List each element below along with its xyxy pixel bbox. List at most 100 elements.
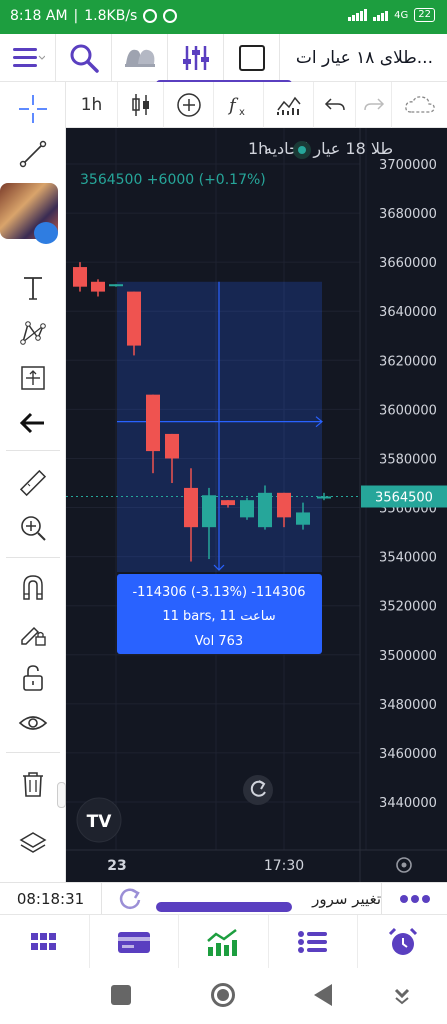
menu-button[interactable] <box>0 33 56 82</box>
square-layout-icon <box>238 44 265 71</box>
chat-bubble-icon <box>34 222 58 244</box>
status-time: 8:18 AM <box>10 8 68 24</box>
signal-icon-2 <box>373 9 389 21</box>
signal-icon <box>348 9 368 21</box>
system-nav-bar <box>0 968 447 1024</box>
layers-icon <box>19 832 47 853</box>
prediction-icon <box>21 366 45 390</box>
magnet-tool[interactable] <box>0 566 66 610</box>
trend-line-icon <box>19 140 47 168</box>
candle-body <box>240 500 254 518</box>
legend-values: 3564500 +6000 (+0.17%) <box>80 172 266 188</box>
legend-interval: 1h <box>248 139 268 158</box>
chart-canvas[interactable]: 3700000 3680000 3660000 3640000 3620000 36000… <box>66 128 447 882</box>
card-icon <box>117 931 150 953</box>
candle-body <box>296 512 310 525</box>
candle-body <box>146 394 160 452</box>
cloud-save-button[interactable] <box>392 82 447 128</box>
time-axis-date: 23 <box>107 858 126 874</box>
grid-icon <box>31 932 57 950</box>
compare-button[interactable] <box>112 33 168 82</box>
pencil-lock-icon <box>21 626 46 646</box>
back-button[interactable] <box>314 984 332 1006</box>
lock-drawing-tool[interactable] <box>0 611 66 655</box>
chart-type-button[interactable] <box>118 81 164 128</box>
reset-chart-button[interactable] <box>243 775 273 805</box>
market-status-dot <box>298 146 306 154</box>
magnet-icon <box>23 575 43 600</box>
compare-icon <box>124 49 155 67</box>
zoom-in-icon <box>21 516 46 541</box>
unlock-icon <box>23 665 43 691</box>
change-server-button[interactable]: تغییر سرور <box>312 883 381 915</box>
templates-button[interactable] <box>264 81 314 128</box>
toolbar-collapse-tab[interactable] <box>57 782 66 808</box>
alarm-icon <box>143 9 158 23</box>
search-button[interactable] <box>56 33 112 82</box>
price-tick-label: 3440000 <box>379 796 437 811</box>
candles-icon <box>131 93 149 116</box>
refresh-icon <box>119 888 141 909</box>
text-tool[interactable] <box>0 266 66 310</box>
app-notification-icon <box>163 9 178 23</box>
zoom-in-tool[interactable] <box>0 506 66 550</box>
redo-button[interactable] <box>356 81 392 128</box>
network-type: 4G <box>394 9 409 21</box>
price-tick-label: 3580000 <box>379 452 437 467</box>
nav-chart[interactable] <box>179 915 269 968</box>
more-button[interactable] <box>381 883 447 915</box>
measure-tool[interactable] <box>0 461 66 505</box>
arrow-left-icon <box>19 412 44 434</box>
chart-toolbar: 1h f x <box>66 81 447 128</box>
indicators-button[interactable]: f x <box>214 81 264 128</box>
symbol-title[interactable]: طلای ۱۸ عیار ات... <box>280 48 447 68</box>
tradingview-logo-mark: TV <box>87 812 113 832</box>
hamburger-icon <box>12 47 45 67</box>
nav-wallet[interactable] <box>90 915 180 968</box>
indicators-settings-button[interactable] <box>168 33 224 82</box>
refresh-button[interactable] <box>102 883 158 915</box>
pattern-tool[interactable] <box>0 311 66 355</box>
eye-icon <box>18 716 48 730</box>
recents-button[interactable] <box>111 985 131 1005</box>
status-bar: 8:18 AM | 1.8KB/s 4G 22 <box>0 0 447 34</box>
candle-body <box>277 492 291 518</box>
home-button[interactable] <box>211 983 235 1007</box>
measure-tooltip-line2: 11 bars, 11 ساعت <box>162 609 275 624</box>
redo-icon <box>363 97 384 110</box>
lock-all-tool[interactable] <box>0 656 66 700</box>
info-drag-handle[interactable] <box>156 902 292 912</box>
object-tree-tool[interactable] <box>0 822 66 866</box>
svg-text:f: f <box>227 95 239 116</box>
search-icon <box>70 44 99 73</box>
hide-toolbar-button[interactable] <box>0 401 66 445</box>
function-icon: f x <box>227 95 245 118</box>
price-tick-label: 3660000 <box>379 256 437 271</box>
nav-alarm[interactable] <box>358 915 447 968</box>
download-indicator[interactable] <box>393 987 411 1009</box>
trend-line-tool[interactable] <box>0 132 66 176</box>
list-icon <box>298 930 328 953</box>
app-header: طلای ۱۸ عیار ات... <box>0 33 447 82</box>
nav-grid[interactable] <box>0 915 90 968</box>
price-tick-label: 3520000 <box>379 600 437 615</box>
nav-list[interactable] <box>269 915 359 968</box>
layout-button[interactable] <box>224 33 280 82</box>
crosshair-tool[interactable] <box>0 87 66 131</box>
crosshair-icon <box>19 95 47 123</box>
prediction-tool[interactable] <box>0 356 66 400</box>
chart-icon <box>207 928 238 956</box>
add-indicator-button[interactable] <box>164 81 214 128</box>
svg-text:x: x <box>239 107 245 118</box>
undo-button[interactable] <box>314 81 356 128</box>
price-tick-label: 3700000 <box>379 158 437 173</box>
hide-drawings-tool[interactable] <box>0 701 66 745</box>
price-chart[interactable]: 3700000 3680000 3660000 3640000 3620000 36000… <box>66 128 447 882</box>
sliders-icon <box>182 45 209 70</box>
legend-title: طلا 18 عیار اتحادیه <box>264 139 393 159</box>
candle-body <box>109 284 123 287</box>
templates-icon <box>276 96 301 115</box>
interval-button[interactable]: 1h <box>66 81 118 128</box>
undo-icon <box>324 97 345 110</box>
price-tick-label: 3620000 <box>379 354 437 369</box>
